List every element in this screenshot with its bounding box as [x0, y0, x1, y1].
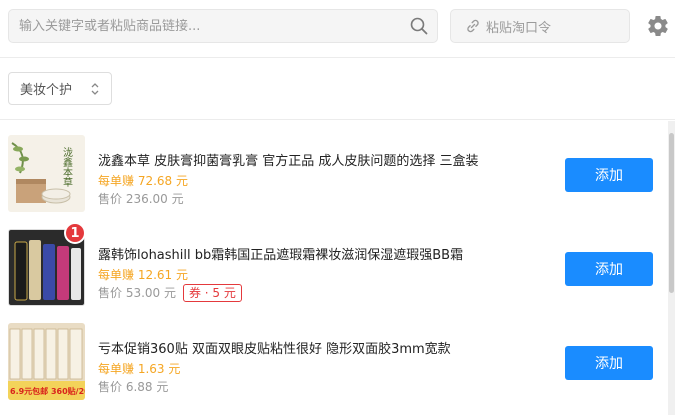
product-title[interactable]: 亏本促销360贴 双面双眼皮贴粘性很好 隐形双面胶3mm宽款	[98, 338, 451, 357]
scrollbar[interactable]	[668, 121, 675, 415]
product-thumbnail: 泷鑫本草	[8, 135, 85, 212]
thumb-brand-text: 泷鑫本草	[61, 146, 73, 187]
search-input[interactable]	[19, 10, 399, 42]
search-box[interactable]	[8, 9, 438, 43]
link-icon	[467, 19, 479, 33]
product-earn: 每单赚 1.63 元	[98, 362, 181, 376]
search-icon[interactable]	[410, 17, 428, 35]
price-text: 售价 53.00 元	[98, 286, 176, 300]
updown-chevron-icon	[91, 83, 99, 95]
price-text: 售价 236.00 元	[98, 192, 184, 206]
top-bar: 粘贴淘口令	[0, 0, 675, 58]
product-item: 1 露韩饰lohashill bb霜韩国正品遮瑕霜裸妆滋润保湿遮瑕强BB霜 每单…	[0, 215, 668, 309]
add-button[interactable]: 添加	[565, 252, 653, 286]
filter-bar: 美妆个护	[0, 58, 675, 120]
product-title[interactable]: 泷鑫本草 皮肤膏抑菌膏乳膏 官方正品 成人皮肤问题的选择 三盒装	[98, 150, 479, 169]
paste-label: 粘贴淘口令	[486, 20, 552, 36]
product-item: 6.9元包邮 360贴/20张 亏本促销360贴 双面双眼皮贴粘性很好 隐形双面…	[0, 309, 668, 403]
paste-taokouling-button[interactable]: 粘贴淘口令	[450, 9, 630, 43]
add-button[interactable]: 添加	[565, 158, 653, 192]
product-earn: 每单赚 72.68 元	[98, 174, 188, 188]
product-earn: 每单赚 12.61 元	[98, 268, 188, 282]
product-price: 售价 6.88 元	[98, 378, 168, 395]
thumb-promo-text: 6.9元包邮 360贴/20张	[10, 386, 85, 396]
add-button[interactable]: 添加	[565, 346, 653, 380]
product-price: 售价 236.00 元	[98, 190, 184, 207]
scrollbar-thumb[interactable]	[669, 133, 674, 293]
product-list: 泷鑫本草 泷鑫本草 皮肤膏抑菌膏乳膏 官方正品 成人皮肤问题的选择 三盒装 每单…	[0, 121, 668, 415]
notification-badge: 1	[64, 222, 86, 244]
product-price: 售价 53.00 元券 · 5 元	[98, 284, 242, 302]
gear-icon[interactable]	[646, 14, 670, 38]
product-title[interactable]: 露韩饰lohashill bb霜韩国正品遮瑕霜裸妆滋润保湿遮瑕强BB霜	[98, 244, 463, 263]
product-item: 泷鑫本草 泷鑫本草 皮肤膏抑菌膏乳膏 官方正品 成人皮肤问题的选择 三盒装 每单…	[0, 121, 668, 215]
category-select[interactable]: 美妆个护	[8, 72, 112, 105]
product-thumbnail: 6.9元包邮 360贴/20张	[8, 323, 85, 400]
category-label: 美妆个护	[20, 83, 73, 98]
coupon-badge: 券 · 5 元	[182, 284, 242, 302]
price-text: 售价 6.88 元	[98, 380, 169, 394]
